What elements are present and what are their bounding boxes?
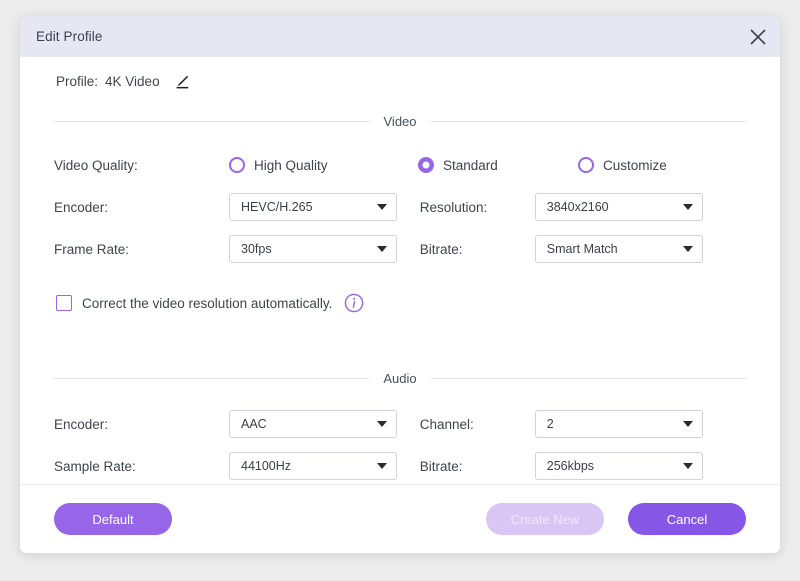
video-resolution-select[interactable]: 3840x2160 — [534, 193, 703, 221]
radio-standard-indicator — [418, 157, 434, 173]
video-encoder-value: HEVC/H.265 — [241, 200, 313, 214]
audio-bitrate-select[interactable]: 256kbps — [534, 452, 703, 480]
dialog-footer: Default Create New Cancel — [20, 484, 780, 553]
video-framerate-select[interactable]: 30fps — [229, 235, 397, 263]
video-framerate-value: 30fps — [241, 242, 272, 256]
video-section-header: Video — [54, 111, 747, 131]
radio-customize[interactable]: Customize — [578, 157, 746, 173]
audio-section-label: Audio — [383, 370, 417, 386]
profile-row: Profile: 4K Video — [54, 57, 746, 105]
info-icon[interactable] — [344, 293, 364, 313]
radio-high-quality[interactable]: High Quality — [229, 157, 397, 173]
video-quality-left: Video Quality: High Quality — [54, 157, 418, 173]
audio-encoder-group: Encoder: AAC — [54, 410, 420, 438]
audio-channel-select[interactable]: 2 — [534, 410, 703, 438]
chevron-down-icon — [377, 204, 387, 210]
audio-samplerate-bitrate-row: Sample Rate: 44100Hz Bitrate: 256kbps — [54, 448, 746, 484]
cancel-button[interactable]: Cancel — [628, 503, 746, 535]
divider-left — [54, 120, 370, 122]
profile-name-value: 4K Video — [105, 73, 160, 89]
divider-right — [430, 120, 747, 122]
video-bitrate-select[interactable]: Smart Match — [534, 235, 703, 263]
video-resolution-group: Resolution: 3840x2160 — [420, 193, 746, 221]
audio-encoder-label: Encoder: — [54, 416, 109, 432]
video-encoder-resolution-row: Encoder: HEVC/H.265 Resolution: 3840x216… — [54, 189, 746, 225]
dialog-titlebar: Edit Profile — [20, 16, 780, 57]
audio-bitrate-value: 256kbps — [546, 459, 595, 473]
edit-profile-dialog: Edit Profile Profile: 4K Video Video Vid… — [20, 16, 780, 553]
radio-high-quality-label: High Quality — [254, 157, 328, 173]
dialog-body: Profile: 4K Video Video Video Quality: H… — [20, 57, 780, 484]
video-bitrate-value: Smart Match — [546, 242, 618, 256]
profile-label: Profile: — [56, 73, 99, 89]
create-new-button[interactable]: Create New — [486, 503, 604, 535]
audio-channel-value: 2 — [546, 417, 554, 431]
audio-channel-group: Channel: 2 — [420, 410, 746, 438]
radio-customize-indicator — [578, 157, 594, 173]
audio-channel-label: Channel: — [419, 416, 474, 432]
dialog-title: Edit Profile — [36, 29, 103, 44]
video-encoder-label: Encoder: — [54, 199, 109, 215]
audio-bitrate-label: Bitrate: — [419, 458, 463, 474]
audio-samplerate-select[interactable]: 44100Hz — [229, 452, 397, 480]
video-bitrate-label: Bitrate: — [419, 241, 463, 257]
auto-correct-checkbox[interactable] — [56, 295, 72, 311]
footer-right-actions: Create New Cancel — [486, 503, 746, 535]
video-framerate-label: Frame Rate: — [54, 241, 130, 257]
video-resolution-value: 3840x2160 — [546, 200, 609, 214]
video-resolution-label: Resolution: — [419, 199, 488, 215]
default-button[interactable]: Default — [54, 503, 172, 535]
chevron-down-icon — [682, 463, 693, 469]
audio-samplerate-group: Sample Rate: 44100Hz — [54, 452, 420, 480]
radio-standard-label: Standard — [443, 157, 498, 173]
audio-section-header: Audio — [54, 368, 746, 388]
chevron-down-icon — [682, 421, 693, 427]
chevron-down-icon — [377, 246, 387, 252]
video-quality-right: Standard Customize — [418, 157, 746, 173]
close-icon — [748, 27, 768, 47]
chevron-down-icon — [377, 421, 387, 427]
video-framerate-bitrate-row: Frame Rate: 30fps Bitrate: Smart Match — [54, 231, 746, 267]
pencil-icon[interactable] — [173, 73, 190, 90]
video-framerate-group: Frame Rate: 30fps — [54, 235, 420, 263]
video-encoder-select[interactable]: HEVC/H.265 — [229, 193, 397, 221]
radio-high-quality-indicator — [229, 157, 245, 173]
radio-customize-label: Customize — [603, 157, 667, 173]
audio-encoder-select[interactable]: AAC — [229, 410, 397, 438]
audio-bitrate-group: Bitrate: 256kbps — [420, 452, 746, 480]
chevron-down-icon — [377, 463, 387, 469]
radio-standard[interactable]: Standard — [418, 157, 578, 173]
audio-samplerate-value: 44100Hz — [241, 459, 292, 473]
divider-right — [430, 377, 746, 379]
video-bitrate-group: Bitrate: Smart Match — [420, 235, 746, 263]
video-section-label: Video — [383, 113, 417, 129]
auto-correct-row: Correct the video resolution automatical… — [54, 293, 746, 313]
audio-samplerate-label: Sample Rate: — [54, 458, 136, 474]
divider-left — [54, 377, 370, 379]
chevron-down-icon — [682, 246, 693, 252]
audio-encoder-value: AAC — [241, 417, 267, 431]
video-quality-label: Video Quality: — [54, 157, 138, 173]
chevron-down-icon — [682, 204, 693, 210]
video-encoder-group: Encoder: HEVC/H.265 — [54, 193, 420, 221]
close-button[interactable] — [736, 16, 780, 57]
video-quality-row: Video Quality: High Quality Standard Cus… — [54, 147, 746, 183]
auto-correct-label: Correct the video resolution automatical… — [82, 295, 333, 311]
audio-encoder-channel-row: Encoder: AAC Channel: 2 — [54, 406, 746, 442]
